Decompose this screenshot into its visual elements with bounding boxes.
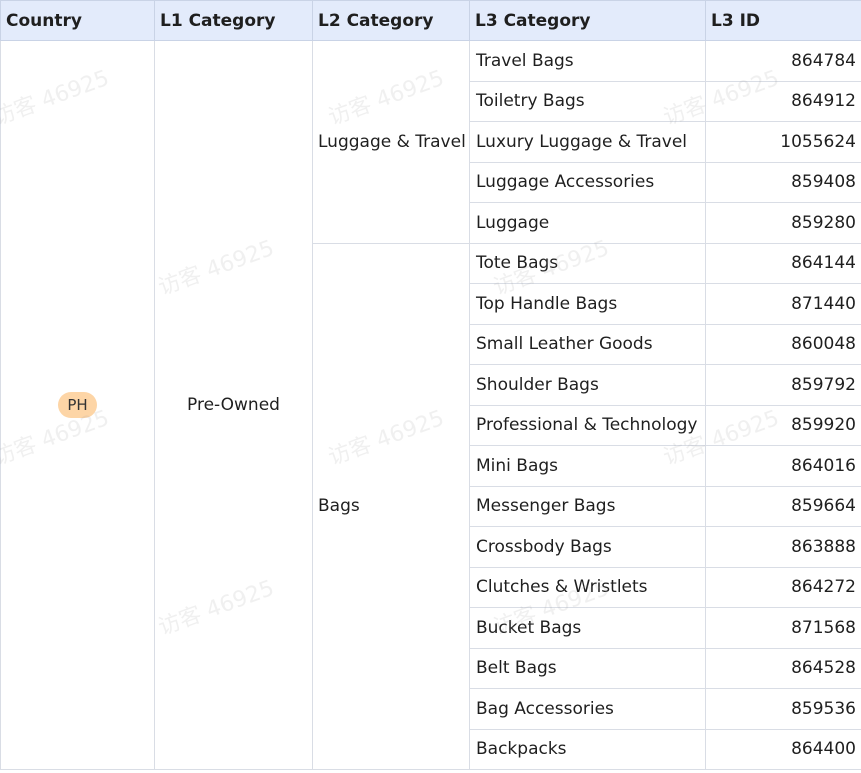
l3-category-cell: Bag Accessories <box>469 688 706 730</box>
l3-category-cell: Shoulder Bags <box>469 364 706 406</box>
header-l3-category[interactable]: L3 Category <box>469 0 706 41</box>
l3-category-cell: Luggage Accessories <box>469 161 706 203</box>
table-row: PH Pre-Owned Luggage & Travel Travel Bag… <box>0 40 861 770</box>
l3-id-cell: 864272 <box>705 566 861 608</box>
l3-id-cell: 864016 <box>705 445 861 487</box>
l3-category-cell: Clutches & Wristlets <box>469 566 706 608</box>
l3-id-cell: 859920 <box>705 404 861 446</box>
table-header-row: Country L1 Category L2 Category L3 Categ… <box>0 0 861 41</box>
l3-category-cell: Toiletry Bags <box>469 80 706 122</box>
l3-id-cell: 871440 <box>705 283 861 325</box>
l3-id-cell: 863888 <box>705 526 861 568</box>
l2-category-cell: Luggage & Travel <box>312 40 470 244</box>
l3-id-cell: 864912 <box>705 80 861 122</box>
l3-id-cell: 864784 <box>705 40 861 82</box>
header-l3-id[interactable]: L3 ID <box>705 0 861 41</box>
l3-id-cell: 859408 <box>705 161 861 203</box>
l3-category-cell: Luggage <box>469 202 706 244</box>
l3-category-cell: Small Leather Goods <box>469 323 706 365</box>
l3-category-cell: Mini Bags <box>469 445 706 487</box>
header-l2-category[interactable]: L2 Category <box>312 0 470 41</box>
l3-category-cell: Backpacks <box>469 728 706 770</box>
l3-category-cell: Bucket Bags <box>469 607 706 649</box>
l3-id-cell: 860048 <box>705 323 861 365</box>
l3-id-cell: 864400 <box>705 728 861 770</box>
header-l1-category[interactable]: L1 Category <box>154 0 313 41</box>
l3-id-cell: 859536 <box>705 688 861 730</box>
l3-category-cell: Top Handle Bags <box>469 283 706 325</box>
l3-category-cell: Messenger Bags <box>469 485 706 527</box>
country-cell: PH <box>0 40 155 770</box>
l3-id-cell: 864528 <box>705 647 861 689</box>
l3-category-cell: Luxury Luggage & Travel <box>469 121 706 163</box>
country-badge: PH <box>58 392 97 418</box>
category-table: Country L1 Category L2 Category L3 Categ… <box>0 0 861 770</box>
l3-category-cell: Belt Bags <box>469 647 706 689</box>
l3-category-cell: Crossbody Bags <box>469 526 706 568</box>
l3-category-cell: Professional & Technology <box>469 404 706 446</box>
l3-id-cell: 1055624 <box>705 121 861 163</box>
header-country[interactable]: Country <box>0 0 155 41</box>
l3-id-cell: 859792 <box>705 364 861 406</box>
l1-category-cell: Pre-Owned <box>154 40 313 770</box>
l3-category-cell: Tote Bags <box>469 242 706 284</box>
l3-category-cell: Travel Bags <box>469 40 706 82</box>
l3-id-cell: 871568 <box>705 607 861 649</box>
l3-id-cell: 859280 <box>705 202 861 244</box>
l3-id-cell: 859664 <box>705 485 861 527</box>
l3-id-cell: 864144 <box>705 242 861 284</box>
l2-category-cell: Bags <box>312 242 470 770</box>
